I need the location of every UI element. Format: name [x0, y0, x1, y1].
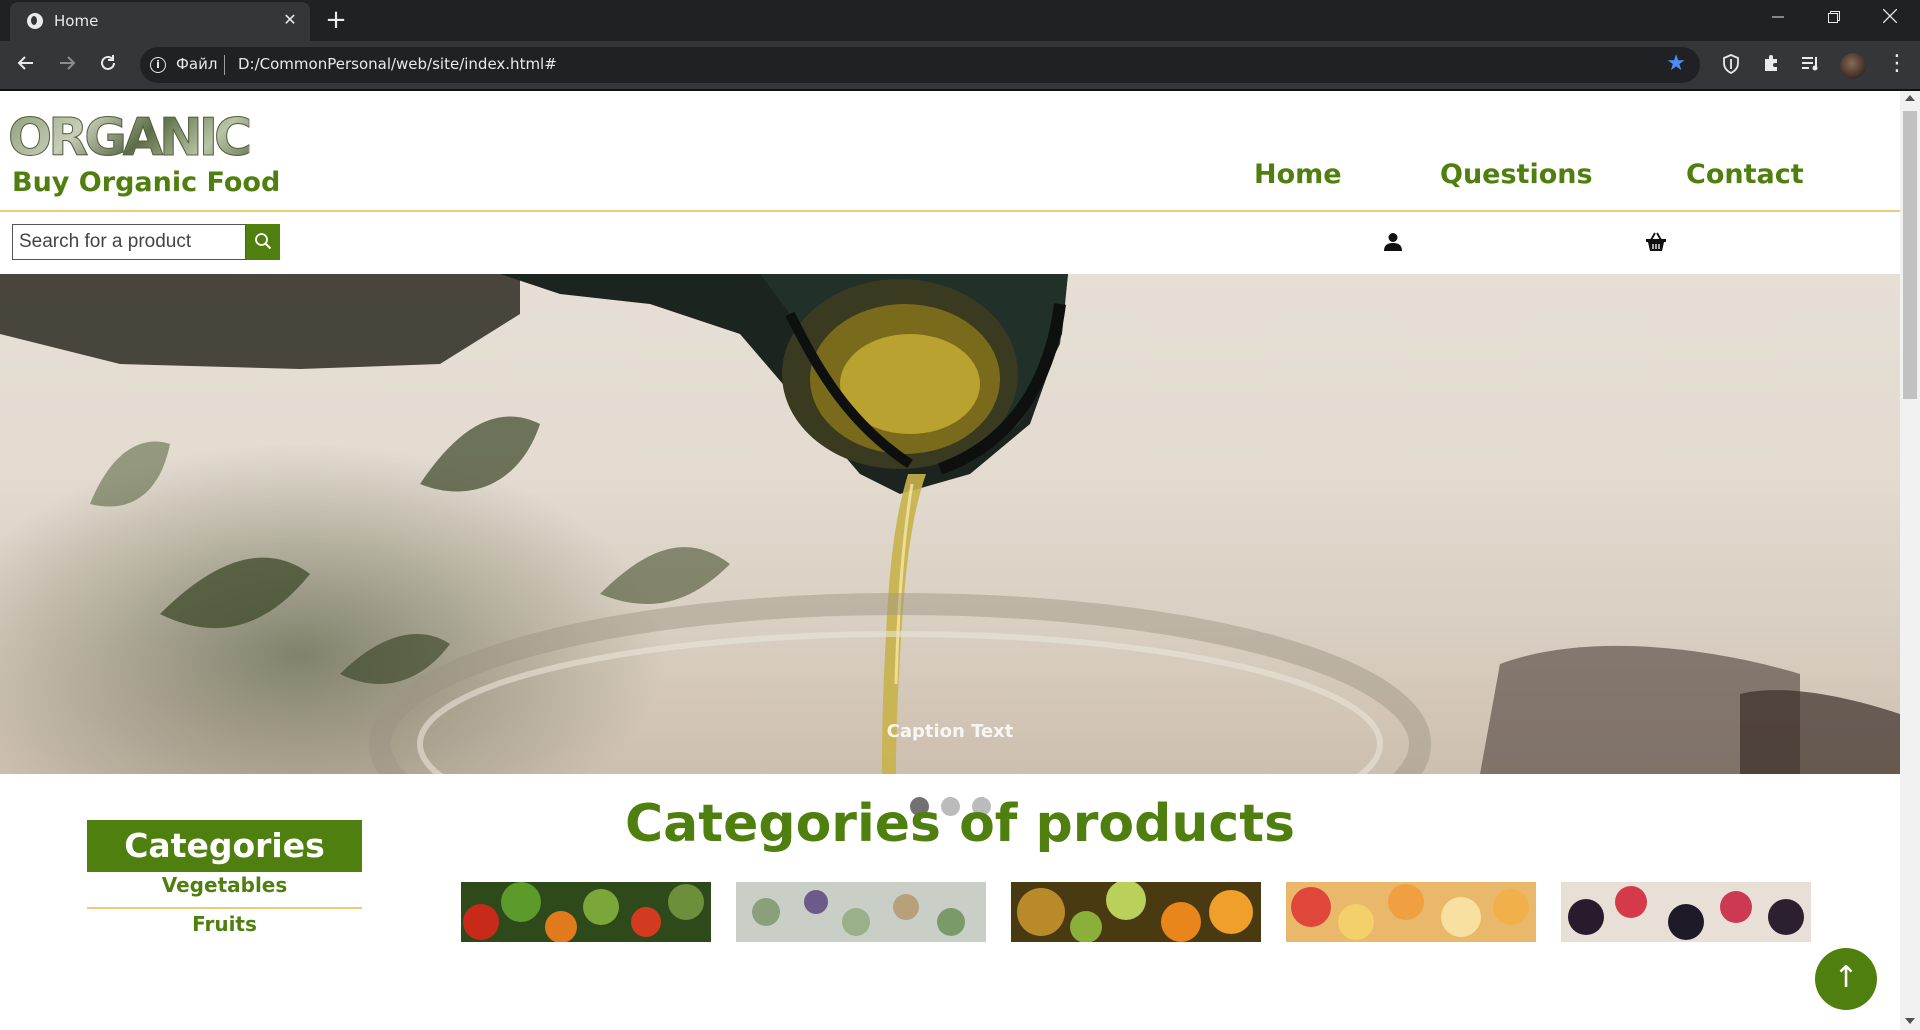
- restore-icon: [1828, 11, 1840, 23]
- browser-toolbar: i Файл D:/CommonPersonal/web/site/index.…: [0, 41, 1920, 89]
- category-thumb-fruits[interactable]: [1011, 882, 1261, 942]
- user-account-icon[interactable]: [1383, 232, 1403, 252]
- brave-shield-extension-icon[interactable]: [1720, 54, 1742, 76]
- minimize-icon: [1772, 16, 1784, 18]
- sidebar-categories-title: Categories: [87, 820, 362, 872]
- minimize-window-button[interactable]: [1750, 0, 1806, 37]
- globe-icon: [27, 13, 43, 29]
- organic-logo[interactable]: ORGANIC: [7, 112, 252, 165]
- arrow-left-icon: [17, 56, 33, 70]
- category-thumb-vegetables[interactable]: [461, 882, 711, 942]
- close-icon: [1882, 8, 1898, 24]
- frozen-food-image: [736, 882, 986, 942]
- playlist-icon: [1802, 57, 1818, 71]
- browser-menu-icon[interactable]: ⋮: [1886, 53, 1908, 77]
- profile-avatar[interactable]: [1840, 53, 1866, 79]
- scroll-down-arrow-icon[interactable]: [1905, 1018, 1915, 1024]
- shield-icon: [1723, 54, 1739, 75]
- scroll-up-arrow-icon[interactable]: [1905, 95, 1915, 101]
- address-url[interactable]: D:/CommonPersonal/web/site/index.html#: [238, 55, 557, 73]
- hero-slideshow[interactable]: Caption Text: [0, 274, 1900, 774]
- sidebar-divider: [87, 907, 362, 909]
- header-divider: [0, 210, 1900, 212]
- page-scrollbar[interactable]: [1900, 91, 1920, 1030]
- site-info-icon[interactable]: i: [150, 57, 166, 73]
- forward-button[interactable]: [53, 51, 81, 79]
- search-button[interactable]: [246, 224, 280, 260]
- vegetables-image: [461, 882, 711, 942]
- categories-heading: Categories of products: [624, 794, 1296, 854]
- sidebar-item-vegetables[interactable]: Vegetables: [87, 873, 362, 897]
- nav-link-questions[interactable]: Questions: [1440, 159, 1593, 190]
- fruits-image: [1011, 882, 1261, 942]
- category-thumb-berries[interactable]: [1561, 882, 1811, 942]
- scrollbar-thumb[interactable]: [1903, 111, 1917, 399]
- close-window-button[interactable]: [1862, 0, 1918, 37]
- nav-link-contact[interactable]: Contact: [1686, 159, 1804, 190]
- back-to-top-button[interactable]: ↑: [1815, 948, 1877, 1010]
- tab-title: Home: [54, 12, 99, 30]
- reload-button[interactable]: [94, 51, 122, 79]
- search-input[interactable]: [12, 224, 246, 260]
- close-tab-icon[interactable]: ✕: [280, 10, 300, 30]
- browser-tab-home[interactable]: Home ✕: [10, 2, 310, 41]
- back-button[interactable]: [12, 51, 40, 79]
- category-thumb-frozen[interactable]: [736, 882, 986, 942]
- sweets-image: [1286, 882, 1536, 942]
- address-divider: [224, 55, 225, 75]
- restore-window-button[interactable]: [1806, 0, 1862, 37]
- browser-tab-strip: Home ✕ +: [0, 0, 1920, 41]
- slide-caption: Caption Text: [886, 721, 1014, 742]
- category-thumb-sweets[interactable]: [1286, 882, 1536, 942]
- olive-oil-slide-image: [0, 274, 1900, 774]
- product-search: [12, 224, 280, 260]
- berries-image: [1561, 882, 1811, 942]
- shopping-basket-icon[interactable]: [1645, 232, 1667, 252]
- extensions-puzzle-icon[interactable]: [1760, 54, 1782, 76]
- bookmark-star-icon[interactable]: ★: [1666, 52, 1686, 76]
- puzzle-icon: [1765, 55, 1777, 71]
- media-controls-icon[interactable]: [1800, 54, 1822, 76]
- nav-link-home[interactable]: Home: [1254, 159, 1342, 190]
- file-scheme-label: Файл: [176, 55, 218, 73]
- arrow-right-icon: [60, 56, 76, 70]
- search-icon: [255, 232, 272, 249]
- sidebar-item-fruits[interactable]: Fruits: [87, 912, 362, 936]
- new-tab-button[interactable]: +: [322, 7, 350, 35]
- page-viewport: ORGANIC Buy Organic Food Home Questions …: [0, 91, 1900, 1030]
- reload-icon: [101, 55, 115, 70]
- address-bar[interactable]: i Файл D:/CommonPersonal/web/site/index.…: [140, 47, 1700, 83]
- logo-tagline: Buy Organic Food: [12, 167, 281, 198]
